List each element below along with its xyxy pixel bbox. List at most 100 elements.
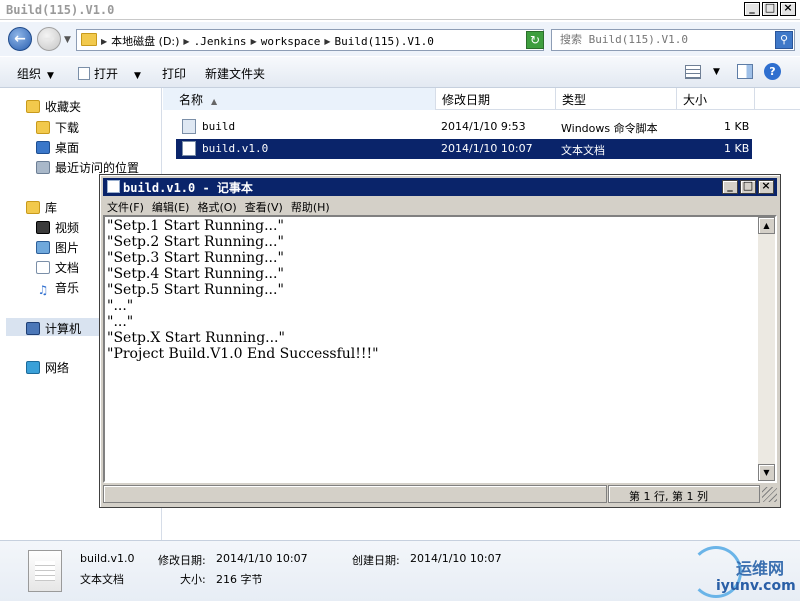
nav-desktop[interactable]: 桌面 xyxy=(36,139,79,156)
details-created-value: 2014/1/10 10:07 xyxy=(410,552,502,565)
print-button[interactable]: 打印 xyxy=(162,65,186,82)
help-icon[interactable]: ? xyxy=(764,63,781,80)
nav-documents-label: 文档 xyxy=(55,261,80,275)
column-header-size[interactable]: 大小 xyxy=(677,88,755,110)
view-list-icon[interactable] xyxy=(685,65,701,79)
nav-downloads-label: 下载 xyxy=(55,121,80,135)
open-button[interactable]: 打开 ▼ xyxy=(78,65,141,82)
minimize-icon: _ xyxy=(749,1,755,14)
file-type: Windows 命令脚本 xyxy=(561,122,658,135)
file-list-header: 名称 ▲ 修改日期 类型 大小 xyxy=(163,88,800,110)
refresh-icon: ↻ xyxy=(529,33,541,47)
command-bar: 组织 ▼ 打开 ▼ 打印 新建文件夹 ▼ ? xyxy=(0,57,800,88)
explorer-titlebar: Build(115).V1.0 _ □ × xyxy=(0,0,800,20)
nav-videos-label: 视频 xyxy=(55,221,80,235)
notepad-minimize-button[interactable]: _ xyxy=(722,179,738,194)
nav-network[interactable]: 网络 xyxy=(26,359,69,376)
file-modified: 2014/1/10 9:53 xyxy=(441,120,526,133)
scroll-up-icon[interactable]: ▲ xyxy=(758,217,775,234)
notepad-text-content[interactable]: "Setp.1 Start Running..." "Setp.2 Start … xyxy=(107,218,757,480)
menu-format[interactable]: 格式(O) xyxy=(193,197,240,215)
search-icon: ⚲ xyxy=(779,33,789,46)
file-name: build xyxy=(202,120,236,133)
nav-documents[interactable]: 文档 xyxy=(36,259,79,276)
notepad-close-button[interactable]: × xyxy=(758,179,774,194)
recent-places-icon xyxy=(36,161,50,174)
file-row[interactable]: build 2014/1/10 9:53 Windows 命令脚本 1 KB xyxy=(176,117,752,137)
notepad-window: build.v1.0 - 记事本 _ □ × 文件(F) 编辑(E) 格式(O)… xyxy=(99,174,781,508)
menu-file[interactable]: 文件(F) xyxy=(103,197,148,215)
network-icon xyxy=(26,361,40,374)
nav-favorites[interactable]: 收藏夹 xyxy=(26,98,81,115)
organize-button[interactable]: 组织 ▼ xyxy=(17,65,54,82)
script-file-icon xyxy=(182,119,196,134)
breadcrumb-jenkins[interactable]: .Jenkins xyxy=(194,35,247,48)
nav-music[interactable]: ♫ 音乐 xyxy=(36,279,79,297)
maximize-icon: □ xyxy=(764,1,776,14)
breadcrumb-local-disk[interactable]: 本地磁盘 (D:) xyxy=(111,33,179,49)
column-header-modified[interactable]: 修改日期 xyxy=(436,88,556,110)
music-icon: ♫ xyxy=(37,283,49,297)
file-name: build.v1.0 xyxy=(202,142,269,155)
recent-pages-dropdown-icon[interactable]: ▼ xyxy=(64,35,71,45)
explorer-window-controls: _ □ × xyxy=(742,1,796,16)
close-icon: × xyxy=(761,179,771,192)
resize-grip-icon[interactable] xyxy=(762,487,777,502)
vertical-scrollbar[interactable]: ▲ ▼ xyxy=(758,217,775,481)
file-row-selected[interactable]: build.v1.0 2014/1/10 10:07 文本文档 1 KB xyxy=(176,139,752,159)
breadcrumb-workspace[interactable]: workspace xyxy=(261,35,321,48)
maximize-icon: □ xyxy=(742,179,754,192)
download-folder-icon xyxy=(36,121,50,134)
document-icon xyxy=(78,67,90,80)
breadcrumb-build-folder[interactable]: Build(115).V1.0 xyxy=(334,35,433,48)
nav-favorites-label: 收藏夹 xyxy=(45,100,82,114)
text-file-icon xyxy=(182,141,196,156)
column-header-name[interactable]: 名称 ▲ xyxy=(163,88,436,110)
forward-button[interactable]: → xyxy=(37,27,61,51)
breadcrumb: ▶ 本地磁盘 (D:) ▶ .Jenkins ▶ workspace ▶ Bui… xyxy=(101,33,434,49)
close-icon: × xyxy=(783,1,793,14)
file-type: 文本文档 xyxy=(561,144,605,157)
video-icon xyxy=(36,221,50,234)
column-name-label: 名称 xyxy=(179,93,204,107)
maximize-button[interactable]: □ xyxy=(762,1,778,16)
nav-downloads[interactable]: 下载 xyxy=(36,119,79,136)
file-modified: 2014/1/10 10:07 xyxy=(441,142,533,155)
search-button[interactable]: ⚲ xyxy=(775,31,793,49)
notepad-maximize-button[interactable]: □ xyxy=(740,179,756,194)
breadcrumb-separator-icon: ▶ xyxy=(183,36,190,46)
notepad-editor[interactable]: "Setp.1 Start Running..." "Setp.2 Start … xyxy=(103,215,777,483)
nav-desktop-label: 桌面 xyxy=(55,141,80,155)
refresh-button[interactable]: ↻ xyxy=(526,31,544,49)
close-button[interactable]: × xyxy=(780,1,796,16)
notepad-window-controls: _ □ × xyxy=(720,179,774,194)
details-type: 文本文档 xyxy=(80,573,124,586)
address-row: ← → ▼ ▶ 本地磁盘 (D:) ▶ .Jenkins ▶ workspace… xyxy=(0,22,800,56)
address-bar[interactable]: ▶ 本地磁盘 (D:) ▶ .Jenkins ▶ workspace ▶ Bui… xyxy=(76,29,544,51)
back-button[interactable]: ← xyxy=(8,27,32,51)
scroll-down-icon[interactable]: ▼ xyxy=(758,464,775,481)
nav-pictures[interactable]: 图片 xyxy=(36,239,79,256)
details-size-value: 216 字节 xyxy=(216,573,263,586)
nav-libraries[interactable]: 库 xyxy=(26,199,57,216)
preview-pane-icon[interactable] xyxy=(737,64,753,79)
horizontal-scrollbar[interactable] xyxy=(103,485,607,503)
details-pane: build.v1.0 修改日期: 2014/1/10 10:07 创建日期: 2… xyxy=(0,540,800,601)
nav-computer-label: 计算机 xyxy=(45,322,82,336)
new-folder-button[interactable]: 新建文件夹 xyxy=(205,65,265,82)
folder-icon xyxy=(81,33,97,46)
nav-libraries-label: 库 xyxy=(45,201,58,215)
documents-icon xyxy=(36,261,50,274)
search-input[interactable] xyxy=(560,33,770,46)
minimize-button[interactable]: _ xyxy=(744,1,760,16)
library-icon xyxy=(26,201,40,214)
column-header-type[interactable]: 类型 xyxy=(556,88,677,110)
menu-edit[interactable]: 编辑(E) xyxy=(148,197,194,215)
details-modified-value: 2014/1/10 10:07 xyxy=(216,552,308,565)
nav-network-label: 网络 xyxy=(45,361,70,375)
menu-help[interactable]: 帮助(H) xyxy=(287,197,334,215)
nav-videos[interactable]: 视频 xyxy=(36,219,79,236)
menu-view[interactable]: 查看(V) xyxy=(241,197,287,215)
notepad-titlebar: build.v1.0 - 记事本 _ □ × xyxy=(103,178,777,196)
view-dropdown-icon[interactable]: ▼ xyxy=(713,67,720,77)
